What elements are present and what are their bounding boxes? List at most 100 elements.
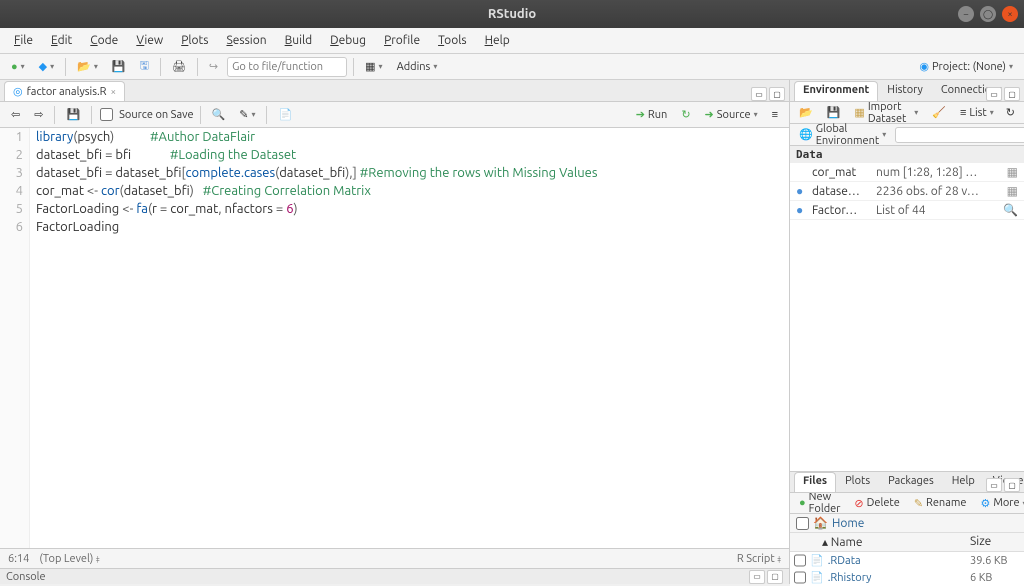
- back-button[interactable]: ⇦: [6, 105, 25, 125]
- grid-button[interactable]: ▦ ▾: [360, 57, 387, 77]
- tab-packages[interactable]: Packages: [879, 472, 943, 492]
- source-button[interactable]: ➜ Source ▾: [700, 105, 763, 125]
- file-checkbox[interactable]: [794, 571, 806, 584]
- file-name[interactable]: .RData: [828, 555, 966, 567]
- grid-icon[interactable]: ▦: [1007, 184, 1018, 198]
- wand-button[interactable]: ✎ ▾: [234, 105, 260, 125]
- console-pane-header[interactable]: Console ▭ ▢: [0, 568, 789, 584]
- console-collapse-button[interactable]: ▭: [749, 570, 765, 584]
- menu-session[interactable]: Session: [218, 30, 274, 51]
- home-icon[interactable]: 🏠: [813, 516, 828, 530]
- addins-button[interactable]: Addins ▾: [392, 57, 443, 77]
- file-name[interactable]: .Rhistory: [828, 572, 966, 584]
- tab-files[interactable]: Files: [794, 472, 836, 492]
- col-size[interactable]: Size: [970, 535, 1020, 549]
- list-label: List: [969, 107, 986, 119]
- new-project-button[interactable]: ◆▾: [34, 57, 59, 77]
- env-row[interactable]: cor_mat num [1:28, 1:28] … ▦: [790, 163, 1024, 182]
- save-workspace-button[interactable]: 💾: [822, 103, 846, 123]
- new-file-button[interactable]: ● ▾: [6, 57, 30, 77]
- expand-icon[interactable]: ●: [796, 184, 808, 198]
- file-row[interactable]: 📄 .RData 39.6 KB: [790, 552, 1024, 569]
- find-button[interactable]: 🔍: [207, 105, 231, 125]
- files-maximize-button[interactable]: ▢: [1004, 478, 1020, 492]
- files-pane-tabs: Files Plots Packages Help Viewer ▭ ▢: [790, 472, 1024, 493]
- more-button[interactable]: ⚙ More ▾: [975, 493, 1024, 513]
- minimize-button[interactable]: –: [958, 6, 974, 22]
- code-editor[interactable]: 123456 library(psych) #Author DataFlaird…: [0, 128, 789, 548]
- save-file-button[interactable]: 💾: [61, 105, 85, 125]
- load-workspace-button[interactable]: 📂: [794, 103, 818, 123]
- open-file-button[interactable]: 📂▾: [72, 57, 103, 77]
- col-name[interactable]: ▴ Name: [822, 535, 970, 549]
- menu-debug[interactable]: Debug: [322, 30, 374, 51]
- run-label: Run: [648, 109, 667, 121]
- source-on-save-checkbox[interactable]: [100, 108, 113, 121]
- scope-indicator[interactable]: (Top Level) ‡: [39, 553, 99, 565]
- console-label: Console: [6, 571, 46, 583]
- env-var-name: datase…: [812, 185, 872, 198]
- menu-profile[interactable]: Profile: [376, 30, 428, 51]
- titlebar: RStudio – ◯ ×: [0, 0, 1024, 28]
- files-collapse-button[interactable]: ▭: [986, 478, 1002, 492]
- env-var-value: num [1:28, 1:28] …: [876, 166, 1003, 179]
- maximize-button[interactable]: ◯: [980, 6, 996, 22]
- pane-collapse-button[interactable]: ▭: [751, 87, 767, 101]
- env-scope-selector[interactable]: 🌐 Global Environment ▾: [794, 125, 891, 145]
- code-content[interactable]: library(psych) #Author DataFlairdataset_…: [30, 128, 598, 548]
- pane-maximize-button[interactable]: ▢: [769, 87, 785, 101]
- file-checkbox[interactable]: [794, 554, 806, 567]
- import-dataset-button[interactable]: ▦ Import Dataset ▾: [849, 103, 923, 123]
- clear-workspace-button[interactable]: 🧹: [927, 103, 951, 123]
- close-button[interactable]: ×: [1002, 6, 1018, 22]
- tab-close-icon[interactable]: ×: [111, 86, 117, 97]
- menu-file[interactable]: File: [6, 30, 41, 51]
- file-size: 6 KB: [970, 572, 1020, 584]
- expand-icon[interactable]: ●: [796, 203, 808, 217]
- menu-edit[interactable]: Edit: [43, 30, 80, 51]
- tab-environment[interactable]: Environment: [794, 81, 878, 101]
- env-view-mode[interactable]: ≡ List ▾: [955, 103, 999, 123]
- menu-help[interactable]: Help: [477, 30, 518, 51]
- rename-button[interactable]: ✎ Rename: [909, 493, 972, 513]
- env-search-input[interactable]: [895, 127, 1024, 143]
- file-row[interactable]: 📄 .Rhistory 6 KB: [790, 569, 1024, 586]
- delete-button[interactable]: ⊘ Delete: [849, 493, 904, 513]
- forward-button[interactable]: ⇨: [29, 105, 48, 125]
- print-button[interactable]: 🖨: [167, 57, 191, 77]
- env-toolbar: 📂 💾 ▦ Import Dataset ▾ 🧹 ≡ List ▾ ↻: [790, 102, 1024, 124]
- env-row[interactable]: ● Factor… List of 44 🔍: [790, 201, 1024, 220]
- breadcrumb-home[interactable]: Home: [832, 517, 864, 530]
- env-var-value: 2236 obs. of 28 v…: [876, 185, 1003, 198]
- language-indicator[interactable]: R Script ‡: [737, 553, 781, 565]
- run-button[interactable]: ➔ Run: [631, 105, 673, 125]
- editor-tab[interactable]: ◎ factor analysis.R ×: [4, 81, 125, 101]
- menu-tools[interactable]: Tools: [430, 30, 475, 51]
- outline-button[interactable]: ≡: [767, 105, 783, 125]
- select-all-checkbox[interactable]: [796, 517, 809, 530]
- env-maximize-button[interactable]: ▢: [1004, 87, 1020, 101]
- menubar: File Edit Code View Plots Session Build …: [0, 28, 1024, 54]
- env-row[interactable]: ● datase… 2236 obs. of 28 v… ▦: [790, 182, 1024, 201]
- rerun-button[interactable]: ↻: [676, 105, 695, 125]
- refresh-env-button[interactable]: ↻: [1001, 103, 1020, 123]
- tab-plots[interactable]: Plots: [836, 472, 879, 492]
- env-pane-tabs: Environment History Connections ▭ ▢: [790, 80, 1024, 102]
- menu-build[interactable]: Build: [277, 30, 321, 51]
- new-folder-button[interactable]: ● New Folder: [794, 493, 845, 513]
- project-menu[interactable]: ◉ Project: (None) ▾: [914, 57, 1018, 77]
- goto-file-input[interactable]: [227, 57, 347, 77]
- grid-icon[interactable]: ▦: [1007, 165, 1018, 179]
- project-label: Project: (None): [932, 61, 1006, 73]
- menu-plots[interactable]: Plots: [173, 30, 216, 51]
- env-collapse-button[interactable]: ▭: [986, 87, 1002, 101]
- menu-code[interactable]: Code: [82, 30, 126, 51]
- notebook-button[interactable]: 📄: [273, 105, 297, 125]
- save-all-button[interactable]: 🖫: [135, 57, 154, 77]
- console-maximize-button[interactable]: ▢: [767, 570, 783, 584]
- save-button[interactable]: 💾: [107, 57, 131, 77]
- tab-help[interactable]: Help: [943, 472, 984, 492]
- lens-icon[interactable]: 🔍: [1003, 203, 1018, 217]
- tab-history[interactable]: History: [878, 81, 932, 101]
- menu-view[interactable]: View: [128, 30, 171, 51]
